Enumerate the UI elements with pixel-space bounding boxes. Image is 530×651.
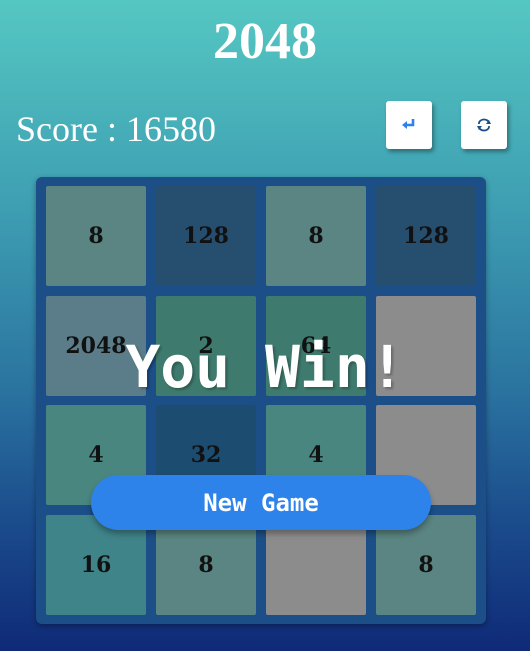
tile: 8 [266,186,366,286]
tile: 128 [156,186,256,286]
empty-tile [266,515,366,615]
tile: 16 [46,515,146,615]
refresh-icon [477,118,491,132]
new-game-button[interactable]: New Game [91,475,431,530]
win-message: You Win! [125,333,405,401]
restart-button[interactable] [461,101,507,149]
tile: 8 [156,515,256,615]
tile: 128 [376,186,476,286]
undo-arrow-icon [402,119,415,129]
undo-button[interactable] [386,101,432,149]
game-title: 2048 [213,13,317,70]
tile: 8 [376,515,476,615]
tile: 8 [46,186,146,286]
score-display: Score : 16580 [16,109,216,149]
